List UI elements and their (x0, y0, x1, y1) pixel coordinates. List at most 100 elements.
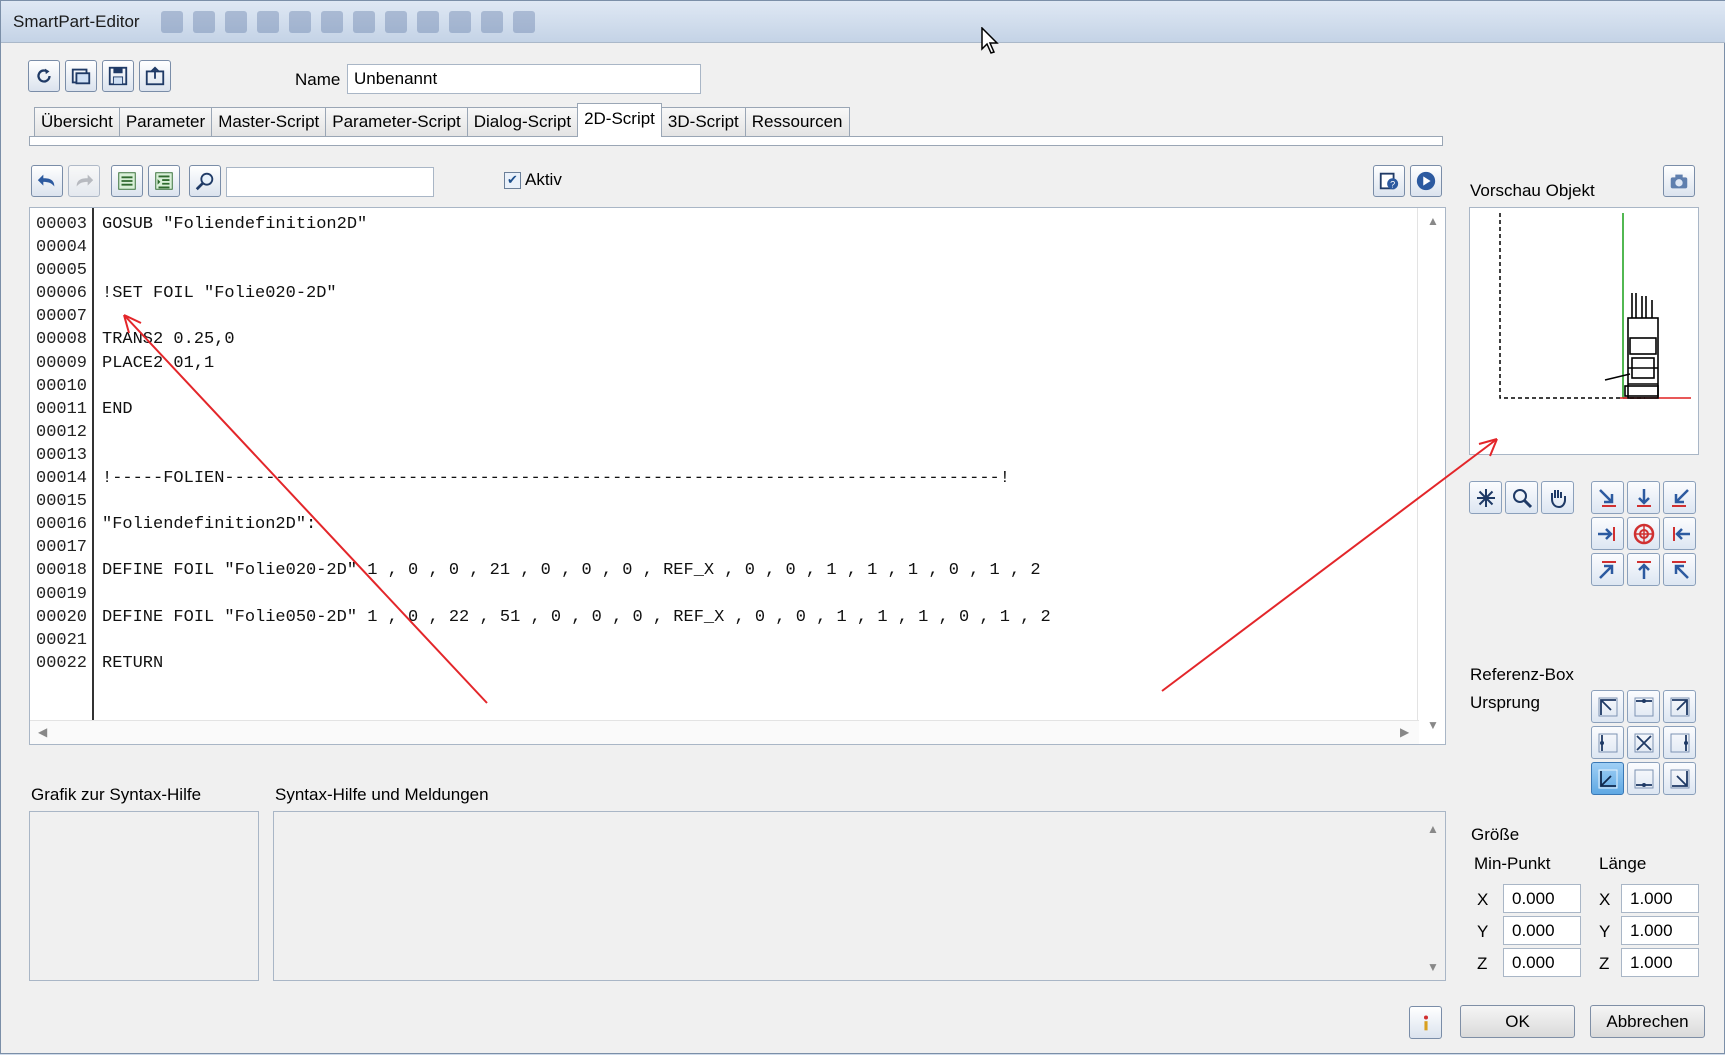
script-help-button[interactable]: ? (1373, 165, 1405, 197)
code-line[interactable]: !-----FOLIEN----------------------------… (102, 467, 1051, 490)
checkbox-checked-icon: ✔ (504, 171, 521, 189)
view-from-right-button[interactable] (1663, 517, 1696, 550)
code-line[interactable] (102, 536, 1051, 559)
open-button[interactable] (65, 60, 97, 92)
camera-icon (1670, 174, 1688, 189)
vertical-scrollbar[interactable]: ▲ ▼ (1417, 208, 1445, 743)
cancel-button[interactable]: Abbrechen (1590, 1005, 1705, 1038)
line-number: 00004 (36, 238, 88, 258)
min-y-field[interactable]: 0.000 (1503, 916, 1581, 945)
scroll-up-icon[interactable]: ▲ (1427, 214, 1439, 228)
code-line[interactable] (102, 305, 1051, 328)
horizontal-scrollbar[interactable]: ◀ ▶ (30, 720, 1419, 744)
code-line[interactable]: RETURN (102, 652, 1051, 675)
view-center-button[interactable] (1627, 517, 1660, 550)
code-line[interactable] (102, 444, 1051, 467)
indent-button[interactable] (148, 165, 180, 197)
search-input[interactable] (226, 167, 434, 197)
format-lines-button[interactable] (111, 165, 143, 197)
code-line[interactable]: "Foliendefinition2D": (102, 513, 1051, 536)
messages-scroll-up-icon[interactable]: ▲ (1427, 822, 1439, 836)
length-x-field[interactable]: 1.000 (1621, 884, 1699, 913)
background-toolbar-ghost (161, 11, 535, 33)
origin-bottom-left-button[interactable] (1591, 762, 1624, 795)
view-from-bottom-button[interactable] (1627, 553, 1660, 586)
tab-parameter[interactable]: Parameter (118, 107, 213, 137)
origin-middle-right-button[interactable] (1663, 726, 1696, 759)
min-x-field[interactable]: 0.000 (1503, 884, 1581, 913)
view-from-left-button[interactable] (1591, 517, 1624, 550)
ok-button[interactable]: OK (1460, 1005, 1575, 1038)
code-line[interactable]: GOSUB "Foliendefinition2D" (102, 213, 1051, 236)
preview-snapshot-button[interactable] (1663, 165, 1695, 197)
graphic-help-label: Grafik zur Syntax-Hilfe (31, 785, 202, 804)
indent-lines-icon (155, 172, 173, 190)
editor-redo-button[interactable] (68, 165, 100, 197)
tab-3d-script[interactable]: 3D-Script (660, 107, 746, 137)
arrow-down-icon (1636, 488, 1651, 507)
length-z-field[interactable]: 1.000 (1621, 948, 1699, 977)
origin-middle-left-button[interactable] (1591, 726, 1624, 759)
object-preview[interactable] (1469, 207, 1699, 455)
code-editor[interactable]: 00003 00004 00005 00006 00007 00008 00009 00010… (29, 207, 1446, 745)
origin-top-left-button[interactable] (1591, 690, 1624, 723)
scroll-left-icon[interactable]: ◀ (38, 725, 47, 739)
origin-bottom-center-button[interactable] (1627, 762, 1660, 795)
code-line[interactable]: DEFINE FOIL "Folie050-2D" 1 , 0 , 22 , 5… (102, 606, 1051, 629)
search-button[interactable] (189, 165, 221, 197)
code-line[interactable] (102, 490, 1051, 513)
code-line[interactable] (102, 421, 1051, 444)
open-folder-icon (71, 68, 91, 85)
aktiv-checkbox[interactable]: ✔ Aktiv (504, 170, 562, 190)
origin-top-center-button[interactable] (1627, 690, 1660, 723)
messages-scroll-down-icon[interactable]: ▼ (1427, 960, 1439, 974)
origin-top-right-button[interactable] (1663, 690, 1696, 723)
search-icon (195, 172, 214, 191)
tab-2d-script[interactable]: 2D-Script (577, 103, 662, 137)
scroll-down-icon[interactable]: ▼ (1427, 718, 1439, 732)
min-z-field[interactable]: 0.000 (1503, 948, 1581, 977)
min-point-label: Min-Punkt (1474, 854, 1551, 873)
view-from-top-right-button[interactable] (1663, 481, 1696, 514)
editor-undo-button[interactable] (31, 165, 63, 197)
code-line[interactable]: PLACE2 01,1 (102, 352, 1051, 375)
zoom-button[interactable] (1505, 481, 1538, 514)
view-from-top-left-button[interactable] (1591, 481, 1624, 514)
save-button[interactable] (102, 60, 134, 92)
export-button[interactable] (139, 60, 171, 92)
undo-button[interactable] (28, 60, 60, 92)
name-input[interactable] (347, 64, 701, 94)
code-line[interactable]: TRANS2 0.25,0 (102, 328, 1051, 351)
origin-center-button[interactable] (1627, 726, 1660, 759)
code-line[interactable] (102, 583, 1051, 606)
tab-dialog-script[interactable]: Dialog-Script (466, 107, 579, 137)
reference-box-label: Referenz-Box (1470, 665, 1574, 684)
scroll-right-icon[interactable]: ▶ (1400, 725, 1409, 739)
len-y-axis-label: Y (1599, 922, 1611, 941)
code-line[interactable] (102, 236, 1051, 259)
view-from-bottom-left-button[interactable] (1591, 553, 1624, 586)
code-lines[interactable]: GOSUB "Foliendefinition2D" !SET FOIL "Fol… (102, 213, 1051, 675)
tab-uebersicht[interactable]: Übersicht (34, 107, 120, 137)
length-y-field[interactable]: 1.000 (1621, 916, 1699, 945)
view-from-top-button[interactable] (1627, 481, 1660, 514)
view-from-bottom-right-button[interactable] (1663, 553, 1696, 586)
view-all-button[interactable] (1469, 481, 1502, 514)
code-line[interactable]: END (102, 398, 1051, 421)
run-script-button[interactable] (1410, 165, 1442, 197)
asterisk-icon (1476, 488, 1495, 507)
code-line[interactable] (102, 375, 1051, 398)
info-button[interactable] (1409, 1006, 1442, 1039)
tab-parameter-script[interactable]: Parameter-Script (325, 107, 468, 137)
cross-center-icon (1634, 733, 1653, 752)
tab-master-script[interactable]: Master-Script (211, 107, 327, 137)
code-line[interactable] (102, 259, 1051, 282)
line-number: 00018 (36, 561, 88, 581)
origin-bottom-right-button[interactable] (1663, 762, 1696, 795)
code-line[interactable]: !SET FOIL "Folie020-2D" (102, 282, 1051, 305)
pan-button[interactable] (1541, 481, 1574, 514)
code-line[interactable]: DEFINE FOIL "Folie020-2D" 1 , 0 , 0 , 21… (102, 559, 1051, 582)
code-line[interactable] (102, 629, 1051, 652)
title-bar[interactable]: SmartPart-Editor (1, 1, 1725, 54)
tab-ressourcen[interactable]: Ressourcen (744, 107, 850, 137)
